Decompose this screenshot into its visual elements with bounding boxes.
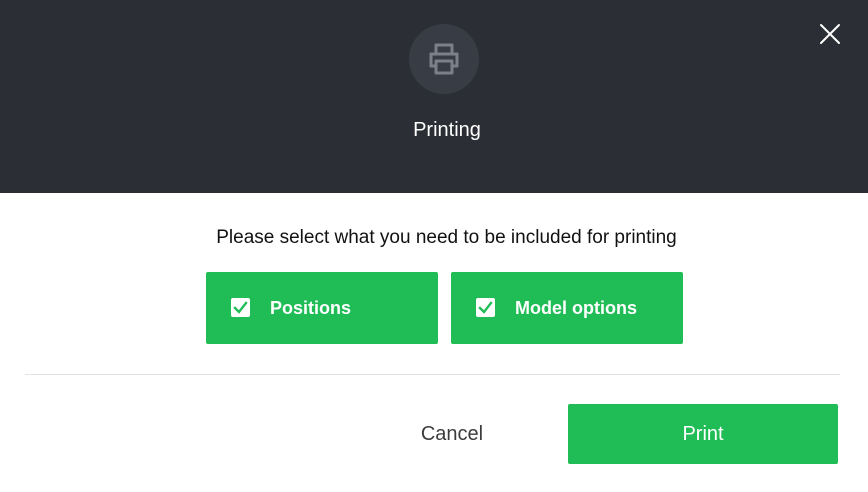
checkmark-icon [478, 301, 493, 314]
close-button[interactable] [812, 16, 848, 52]
dialog-title: Printing [413, 119, 481, 141]
option-model-options[interactable]: Model options [451, 272, 683, 344]
printer-icon [429, 43, 459, 75]
selection-prompt: Please select what you need to be includ… [216, 227, 677, 248]
model-options-checkbox[interactable] [476, 298, 495, 317]
close-icon [820, 24, 840, 44]
option-label: Model options [515, 298, 637, 318]
printer-icon-badge [409, 24, 479, 94]
dialog-header: Printing [0, 0, 868, 193]
option-label: Positions [270, 298, 352, 318]
divider [25, 374, 840, 375]
print-dialog: Printing Please select what you need to … [0, 0, 868, 492]
cancel-button[interactable]: Cancel [392, 404, 512, 464]
print-button[interactable]: Print [568, 404, 838, 464]
option-positions[interactable]: Positions [206, 272, 438, 344]
positions-checkbox[interactable] [231, 298, 250, 317]
checkmark-icon [233, 301, 248, 314]
